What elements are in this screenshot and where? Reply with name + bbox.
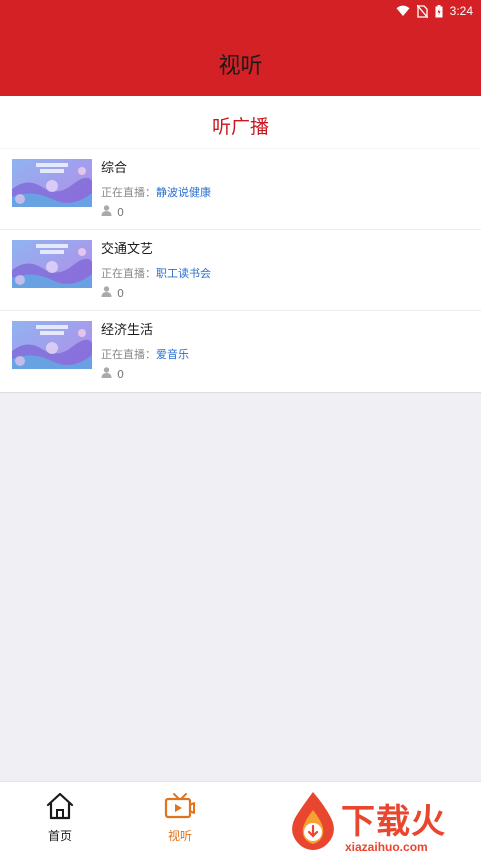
station-item[interactable]: 综合 正在直播：静波说健康 0 <box>0 148 481 229</box>
page-title: 视听 <box>218 54 263 79</box>
user-icon <box>101 205 112 219</box>
now-playing-label: 正在直播： <box>101 186 156 199</box>
tab-av[interactable]: 视听 <box>140 792 220 844</box>
station-thumbnail <box>12 240 92 288</box>
now-playing: 正在直播：静波说健康 <box>101 184 211 200</box>
flame-icon <box>292 792 334 850</box>
listener-number: 0 <box>117 205 124 219</box>
station-item[interactable]: 经济生活 正在直播：爱音乐 0 <box>0 310 481 391</box>
home-icon <box>20 792 100 820</box>
tab-home-label: 首页 <box>47 829 72 843</box>
now-playing-label: 正在直播： <box>101 267 156 280</box>
program-link[interactable]: 静波说健康 <box>156 186 211 199</box>
station-name: 交通文艺 <box>101 242 154 257</box>
section-title: 听广播 <box>211 116 269 138</box>
station-thumbnail <box>12 321 92 369</box>
tv-icon <box>140 792 220 820</box>
watermark-url: xiazaihuo.com <box>345 840 428 854</box>
station-thumbnail <box>12 159 92 207</box>
listener-count: 0 <box>101 286 124 300</box>
station-name: 经济生活 <box>101 323 154 338</box>
battery-icon <box>435 4 443 18</box>
tab-home[interactable]: 首页 <box>20 792 100 844</box>
program-link[interactable]: 爱音乐 <box>156 348 189 361</box>
now-playing: 正在直播：职工读书会 <box>101 265 211 281</box>
station-name: 综合 <box>101 161 128 176</box>
radio-panel: 听广播 综合 正在直播：静波说健康 0 交通文艺 正在直播：职工读书会 0 经济… <box>0 96 481 393</box>
listener-count: 0 <box>101 205 124 219</box>
watermark-text: 下载火 <box>341 802 446 842</box>
status-bar: 3:24 <box>396 2 473 20</box>
program-link[interactable]: 职工读书会 <box>156 267 211 280</box>
user-icon <box>101 286 112 300</box>
station-list: 综合 正在直播：静波说健康 0 交通文艺 正在直播：职工读书会 0 经济生活 正… <box>0 148 481 391</box>
no-sim-icon <box>416 4 428 18</box>
now-playing: 正在直播：爱音乐 <box>101 346 189 362</box>
listener-number: 0 <box>117 367 124 381</box>
tab-av-label: 视听 <box>167 829 192 843</box>
status-time: 3:24 <box>449 4 473 18</box>
watermark-logo: 下载火 xiazaihuo.com <box>283 784 481 856</box>
wifi-icon <box>396 5 410 17</box>
listener-count: 0 <box>101 367 124 381</box>
listener-number: 0 <box>117 286 124 300</box>
now-playing-label: 正在直播： <box>101 348 156 361</box>
station-item[interactable]: 交通文艺 正在直播：职工读书会 0 <box>0 229 481 310</box>
app-header: 3:24 视听 <box>0 0 481 96</box>
user-icon <box>101 367 112 381</box>
